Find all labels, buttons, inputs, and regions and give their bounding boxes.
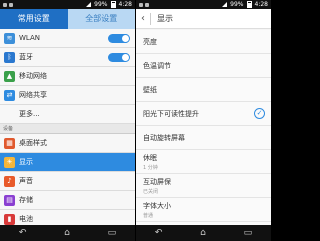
notification-icon — [3, 2, 7, 7]
display-item-wallpaper[interactable]: 壁纸 — [136, 78, 271, 102]
battery-icon — [246, 1, 252, 8]
tab-common-settings[interactable]: 常用设置 — [0, 9, 68, 29]
display-item-screensaver[interactable]: 互动屏保 已关闭 — [136, 174, 271, 198]
display-settings-list: 亮度 色温调节 壁纸 阳光下可读性提升 ✓ 自动旋转屏幕 休眠 1 分钟 互动屏… — [136, 30, 271, 225]
settings-item-label: 显示 — [19, 158, 33, 166]
display-item-label: 阳光下可读性提升 — [143, 109, 199, 118]
header-divider — [150, 12, 151, 25]
notification-icon — [9, 2, 13, 7]
display-item-value: 普通 — [143, 212, 154, 219]
settings-item-bluetooth[interactable]: ᛒ 蓝牙 — [0, 48, 135, 67]
settings-item-mobile-network[interactable]: ▲ 移动网络 — [0, 67, 135, 86]
settings-item-label: 移动网络 — [19, 72, 47, 80]
wifi-icon: ≋ — [4, 32, 15, 44]
back-icon[interactable]: ↶ — [19, 228, 27, 238]
display-item-sleep[interactable]: 休眠 1 分钟 — [136, 150, 271, 174]
display-item-value: 1 分钟 — [143, 164, 158, 171]
settings-item-label: 更多... — [19, 110, 40, 118]
mobile-network-icon: ▲ — [4, 70, 15, 82]
display-item-brightness[interactable]: 亮度 — [136, 30, 271, 54]
storage-icon: ▤ — [4, 194, 15, 206]
settings-item-label: 桌面样式 — [19, 139, 47, 147]
back-arrow-icon[interactable]: ‹ — [136, 13, 150, 24]
settings-item-label: 存储 — [19, 196, 33, 204]
settings-main-pane: 99% 4:28 常用设置 全部设置 ≋ WLAN ᛒ 蓝牙 ▲ 移动网络 ⇄ … — [0, 0, 135, 241]
section-label: 设备 — [3, 126, 14, 132]
signal-icon — [222, 2, 228, 7]
navigation-bar: ↶ ⌂ ▭ — [0, 225, 135, 241]
checkmark-icon[interactable]: ✓ — [254, 108, 265, 119]
navigation-bar: ↶ ⌂ ▭ — [136, 225, 271, 241]
settings-item-more[interactable]: 更多... — [0, 105, 135, 124]
bluetooth-icon: ᛒ — [4, 51, 15, 63]
settings-item-label: 蓝牙 — [19, 53, 33, 61]
display-item-label: 亮度 — [143, 37, 157, 46]
settings-item-label: 声音 — [19, 177, 33, 185]
settings-item-storage[interactable]: ▤ 存储 — [0, 191, 135, 210]
settings-item-label: 电池 — [19, 215, 33, 223]
clock: 4:28 — [118, 1, 132, 8]
recent-apps-icon[interactable]: ▭ — [108, 228, 117, 238]
page-title: 显示 — [157, 14, 173, 23]
display-item-auto-rotate[interactable]: 自动旋转屏幕 — [136, 126, 271, 150]
settings-item-desktop-style[interactable]: ▦ 桌面样式 — [0, 134, 135, 153]
display-item-label: 壁纸 — [143, 85, 157, 94]
clock: 4:28 — [254, 1, 268, 8]
settings-list: ≋ WLAN ᛒ 蓝牙 ▲ 移动网络 ⇄ 网络共享 更多... 设备 ▦ 桌面样… — [0, 29, 135, 229]
display-icon: ☀ — [4, 156, 15, 168]
display-item-color-temperature[interactable]: 色温调节 — [136, 54, 271, 78]
settings-item-wlan[interactable]: ≋ WLAN — [0, 29, 135, 48]
display-item-label: 互动屏保 — [143, 177, 171, 186]
notification-icon — [145, 2, 149, 7]
home-icon[interactable]: ⌂ — [200, 228, 206, 238]
display-item-label: 休眠 — [143, 153, 157, 162]
battery-percent: 99% — [94, 1, 108, 8]
battery-icon — [110, 1, 116, 8]
display-header: ‹ 显示 — [136, 9, 271, 29]
display-item-label: 字体大小 — [143, 201, 171, 210]
settings-item-sound[interactable]: ♪ 声音 — [0, 172, 135, 191]
display-item-label: 色温调节 — [143, 61, 171, 70]
display-item-font-size[interactable]: 字体大小 普通 — [136, 198, 271, 222]
battery-icon: ▮ — [4, 213, 15, 225]
section-header-device: 设备 — [0, 124, 135, 134]
home-icon[interactable]: ⌂ — [64, 228, 70, 238]
tab-all-settings[interactable]: 全部设置 — [67, 9, 135, 29]
tethering-icon: ⇄ — [4, 89, 15, 101]
display-item-label: 自动旋转屏幕 — [143, 133, 185, 142]
wlan-toggle[interactable] — [108, 34, 130, 43]
signal-icon — [86, 2, 92, 7]
display-item-sunlight-readability[interactable]: 阳光下可读性提升 ✓ — [136, 102, 271, 126]
notification-icon — [139, 2, 143, 7]
status-bar: 99% 4:28 — [136, 0, 271, 9]
settings-item-tethering[interactable]: ⇄ 网络共享 — [0, 86, 135, 105]
display-settings-pane: 99% 4:28 ‹ 显示 亮度 色温调节 壁纸 阳光下可读性提升 ✓ 自动旋转… — [136, 0, 271, 241]
recent-apps-icon[interactable]: ▭ — [244, 228, 253, 238]
battery-percent: 99% — [230, 1, 244, 8]
settings-tabs: 常用设置 全部设置 — [0, 9, 135, 29]
display-item-value: 已关闭 — [143, 188, 159, 195]
settings-item-label: 网络共享 — [19, 91, 47, 99]
status-bar: 99% 4:28 — [0, 0, 135, 9]
desktop-style-icon: ▦ — [4, 137, 15, 149]
bluetooth-toggle[interactable] — [108, 53, 130, 62]
back-icon[interactable]: ↶ — [155, 228, 163, 238]
settings-item-label: WLAN — [19, 34, 41, 42]
sound-icon: ♪ — [4, 175, 15, 187]
settings-item-display[interactable]: ☀ 显示 — [0, 153, 135, 172]
